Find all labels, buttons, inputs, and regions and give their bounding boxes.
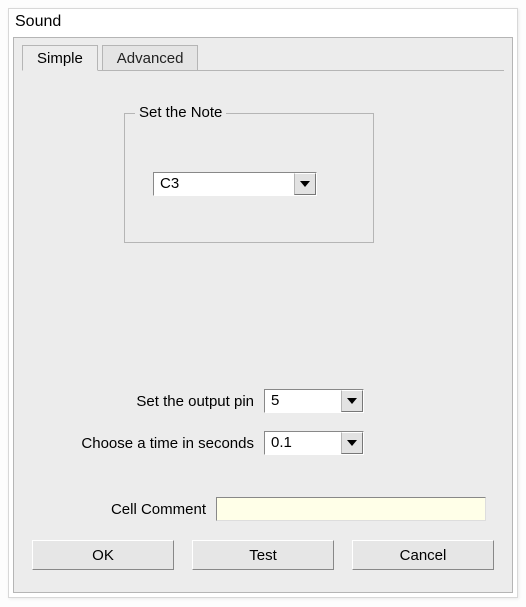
tab-simple[interactable]: Simple <box>22 45 98 71</box>
tabstrip: Simple Advanced <box>22 44 198 70</box>
dialog-button-row: OK Test Cancel <box>32 540 494 570</box>
output-pin-label: Set the output pin <box>14 393 264 410</box>
time-seconds-selected-value: 0.1 <box>265 432 341 454</box>
window-title: Sound <box>15 13 61 31</box>
cell-comment-label: Cell Comment <box>14 501 216 518</box>
chevron-down-icon <box>300 181 310 187</box>
time-seconds-combobox[interactable]: 0.1 <box>264 431 364 455</box>
output-pin-row: Set the output pin 5 <box>14 388 512 414</box>
cancel-button[interactable]: Cancel <box>352 540 494 570</box>
dialog-client: Simple Advanced Set the Note C3 Set the … <box>13 37 513 593</box>
cell-comment-row: Cell Comment <box>14 496 512 522</box>
sound-dialog: Sound Simple Advanced Set the Note C3 Se… <box>9 9 517 597</box>
time-seconds-dropdown-button[interactable] <box>341 432 363 454</box>
ok-button[interactable]: OK <box>32 540 174 570</box>
output-pin-combobox[interactable]: 5 <box>264 389 364 413</box>
chevron-down-icon <box>347 398 357 404</box>
chevron-down-icon <box>347 440 357 446</box>
output-pin-selected-value: 5 <box>265 390 341 412</box>
output-pin-dropdown-button[interactable] <box>341 390 363 412</box>
set-the-note-legend: Set the Note <box>135 104 226 121</box>
note-dropdown-button[interactable] <box>294 173 316 195</box>
set-the-note-group: Set the Note C3 <box>124 113 374 243</box>
time-seconds-label: Choose a time in seconds <box>14 435 264 452</box>
note-combobox[interactable]: C3 <box>153 172 317 196</box>
test-button[interactable]: Test <box>192 540 334 570</box>
tab-advanced[interactable]: Advanced <box>102 45 199 71</box>
time-seconds-row: Choose a time in seconds 0.1 <box>14 430 512 456</box>
cell-comment-input[interactable] <box>216 497 486 521</box>
note-selected-value: C3 <box>154 173 294 195</box>
